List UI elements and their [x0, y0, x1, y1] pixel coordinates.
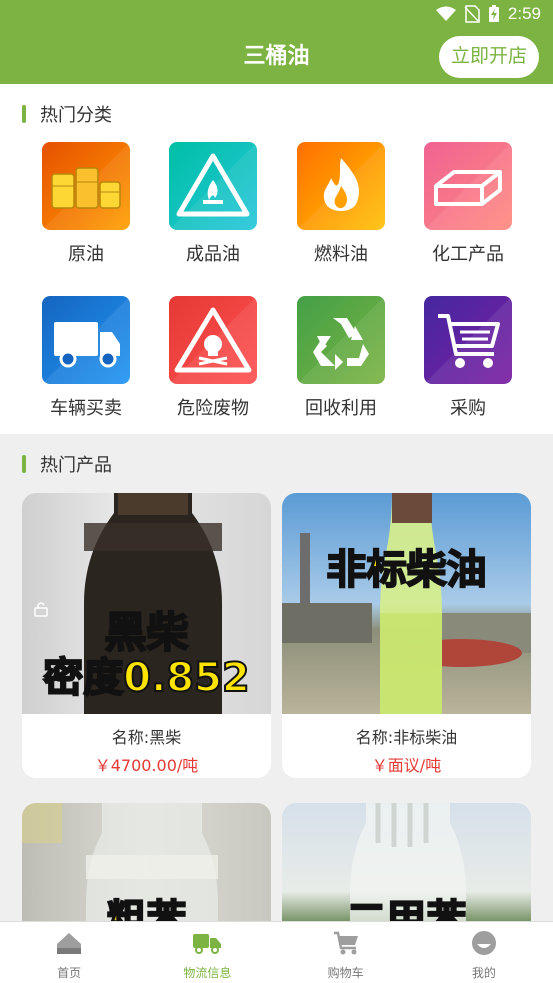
tab-label: 购物车: [327, 966, 364, 980]
tab-label: 物流信息: [183, 966, 232, 980]
wifi-icon: [435, 6, 456, 21]
section-title: 热门产品: [40, 455, 112, 476]
delivery-truck-icon: [193, 934, 222, 954]
category-procurement[interactable]: 采购: [408, 296, 528, 420]
product-card[interactable]: 黑柴 密度0.852 名称:黑柴 ￥4700.00/吨: [22, 493, 271, 778]
no-sim-icon: [464, 5, 480, 23]
category-chemical[interactable]: 化工产品: [408, 142, 528, 266]
tab-cart[interactable]: 购物车: [277, 922, 415, 983]
open-store-button[interactable]: 立即开店: [438, 36, 539, 78]
flame-icon: [297, 142, 385, 230]
category-label: 化工产品: [432, 244, 504, 265]
status-bar: 2:59: [0, 0, 553, 30]
shopping-cart-icon: [424, 296, 512, 384]
skull-warning-icon: [169, 296, 257, 384]
category-recycling[interactable]: 回收利用: [281, 296, 401, 420]
category-label: 采购: [450, 398, 486, 419]
category-fuel-oil[interactable]: 燃料油: [281, 142, 401, 266]
tab-home[interactable]: 首页: [0, 922, 138, 983]
product-price: ￥面议/吨: [371, 756, 442, 775]
truck-icon: [42, 296, 130, 384]
product-overlay-subtitle: 密度0.852: [42, 654, 251, 702]
oil-barrels-icon: [42, 142, 130, 230]
product-image: 非标柴油: [282, 493, 531, 714]
category-label: 危险废物: [177, 398, 249, 419]
clock: 2:59: [507, 4, 541, 23]
product-name: 名称:非标柴油: [355, 728, 458, 747]
home-icon: [57, 933, 82, 954]
section-header: 热门产品: [22, 454, 112, 476]
product-card[interactable]: 非标柴油 名称:非标柴油 ￥面议/吨: [282, 493, 531, 778]
product-overlay-title: 非标柴油: [326, 546, 488, 594]
section-title: 热门分类: [40, 105, 112, 126]
tab-profile[interactable]: 我的: [415, 922, 553, 983]
category-label: 原油: [68, 244, 104, 265]
tab-label: 首页: [57, 966, 82, 980]
section-header: 热门分类: [22, 104, 112, 126]
category-hazardous-waste[interactable]: 危险废物: [153, 296, 273, 420]
product-name: 名称:黑柴: [111, 728, 182, 747]
category-label: 成品油: [186, 244, 240, 265]
tab-logistics[interactable]: 物流信息: [138, 922, 276, 983]
category-refined-oil[interactable]: 成品油: [153, 142, 273, 266]
brick-block-icon: [424, 142, 512, 230]
category-label: 燃料油: [314, 244, 368, 265]
product-price: ￥4700.00/吨: [94, 756, 199, 775]
cart-icon: [333, 931, 358, 955]
category-vehicles[interactable]: 车辆买卖: [26, 296, 146, 420]
product-image: 黑柴 密度0.852: [22, 493, 271, 714]
category-label: 回收利用: [305, 398, 377, 419]
category-label: 车辆买卖: [50, 398, 122, 419]
bottom-tab-bar: 首页 物流信息 购物车 我的: [0, 921, 553, 983]
accent-bar: [22, 455, 26, 473]
app-bar: 三桶油 立即开店: [0, 30, 553, 84]
hot-products-section: 热门产品 黑柴 密度0.852 名称:黑柴 ￥4700.00/吨 非标柴油 名称…: [0, 446, 553, 963]
accent-bar: [22, 105, 26, 123]
recycle-icon: [297, 296, 385, 384]
category-crude-oil[interactable]: 原油: [26, 142, 146, 266]
hazard-triangle-icon: [169, 142, 257, 230]
hot-categories-section: 热门分类 原油 成品油 燃料油 化工产品 车辆买卖 危险废物 回收利用 采购: [0, 84, 553, 434]
profile-icon: [471, 931, 496, 955]
tab-label: 我的: [471, 966, 496, 980]
battery-charging-icon: [488, 5, 499, 22]
